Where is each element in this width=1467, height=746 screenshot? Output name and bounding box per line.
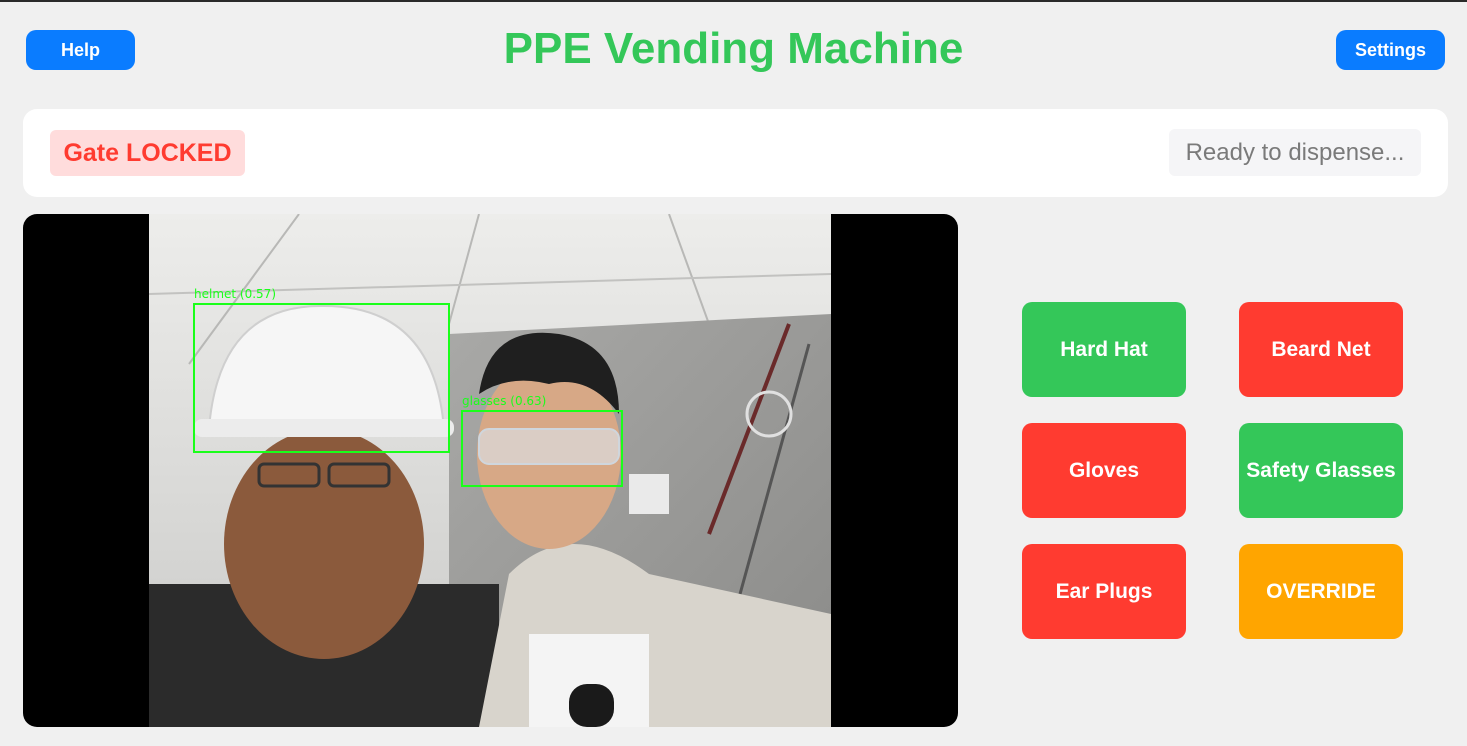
- helmet-detection-box: [193, 303, 450, 453]
- camera-view: helmet (0.57) glasses (0.63): [23, 214, 958, 727]
- camera-feed: helmet (0.57) glasses (0.63): [149, 214, 831, 727]
- ear-plugs-button[interactable]: Ear Plugs: [1022, 544, 1186, 639]
- settings-button[interactable]: Settings: [1336, 30, 1445, 70]
- dispense-status-text: Ready to dispense...: [1169, 129, 1421, 176]
- safety-glasses-button[interactable]: Safety Glasses: [1239, 423, 1403, 518]
- gate-status-badge: Gate LOCKED: [50, 130, 245, 176]
- helmet-detection-label: helmet (0.57): [194, 287, 276, 301]
- page-title: PPE Vending Machine: [503, 24, 964, 73]
- glasses-detection-box: [461, 410, 623, 487]
- status-bar: Gate LOCKED Ready to dispense...: [23, 109, 1448, 197]
- override-button[interactable]: OVERRIDE: [1239, 544, 1403, 639]
- hard-hat-button[interactable]: Hard Hat: [1022, 302, 1186, 397]
- glasses-detection-label: glasses (0.63): [462, 394, 547, 408]
- gloves-button[interactable]: Gloves: [1022, 423, 1186, 518]
- beard-net-button[interactable]: Beard Net: [1239, 302, 1403, 397]
